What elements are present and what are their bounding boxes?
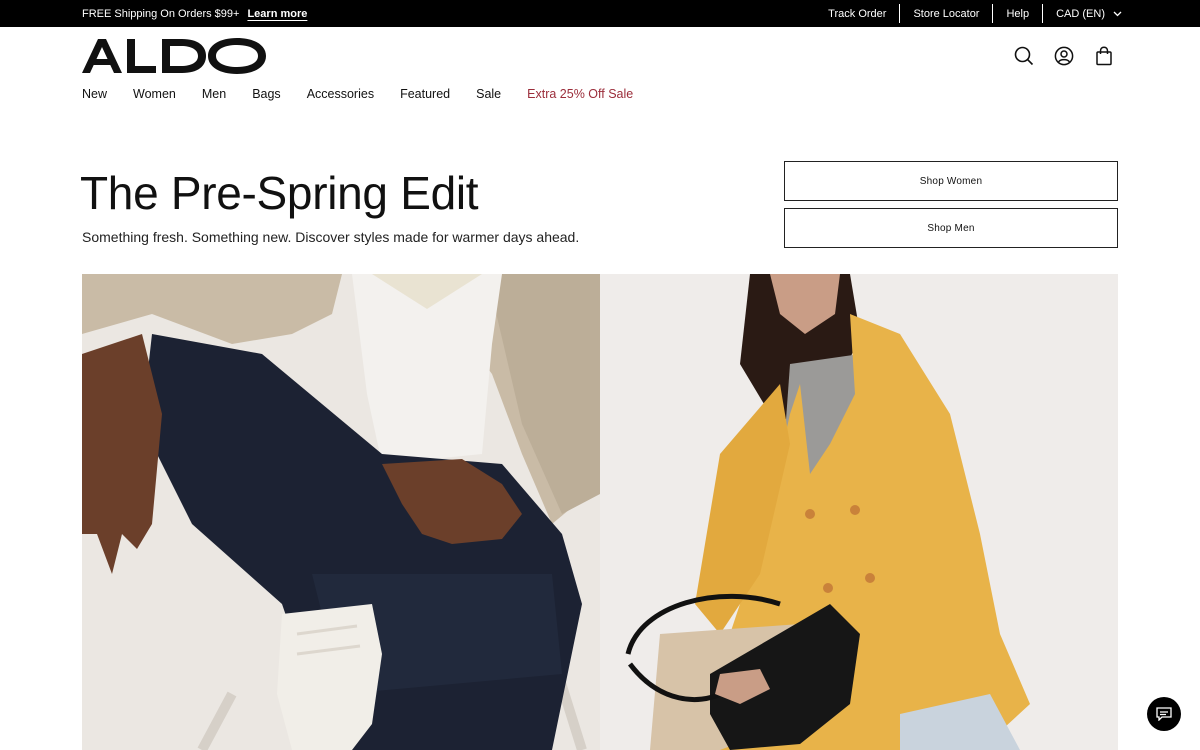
nav-item-sale[interactable]: Sale <box>476 87 501 101</box>
women-campaign-image[interactable] <box>600 274 1118 750</box>
shopping-bag-icon[interactable] <box>1094 45 1114 67</box>
page-title: The Pre-Spring Edit <box>80 167 479 219</box>
help-link[interactable]: Help <box>993 4 1042 23</box>
promo-text: FREE Shipping On Orders $99+ <box>82 7 240 20</box>
hero-subtitle: Something fresh. Something new. Discover… <box>82 229 580 245</box>
user-icon[interactable] <box>1054 45 1074 67</box>
region-selector[interactable]: CAD (EN) <box>1043 4 1135 23</box>
men-campaign-image[interactable] <box>82 274 600 750</box>
store-locator-link[interactable]: Store Locator <box>900 4 992 23</box>
nav-item-new[interactable]: New <box>82 87 107 101</box>
track-order-link[interactable]: Track Order <box>815 4 899 23</box>
promo-message: FREE Shipping On Orders $99+ Learn more <box>82 0 307 27</box>
header-actions <box>1014 45 1114 67</box>
utility-nav: Track Order Store Locator Help CAD (EN) <box>815 0 1135 27</box>
nav-item-bags[interactable]: Bags <box>252 87 281 101</box>
main-nav: New Women Men Bags Accessories Featured … <box>82 84 659 104</box>
nav-item-featured[interactable]: Featured <box>400 87 450 101</box>
learn-more-link[interactable]: Learn more <box>247 8 307 20</box>
region-label: CAD (EN) <box>1056 7 1105 20</box>
search-icon[interactable] <box>1014 45 1034 67</box>
chat-icon[interactable] <box>1147 697 1181 731</box>
shop-men-button[interactable]: Shop Men <box>784 208 1118 248</box>
shop-women-button[interactable]: Shop Women <box>784 161 1118 201</box>
nav-item-extra-sale[interactable]: Extra 25% Off Sale <box>527 87 633 101</box>
nav-item-women[interactable]: Women <box>133 87 176 101</box>
aldo-logo[interactable] <box>82 38 267 74</box>
nav-item-accessories[interactable]: Accessories <box>307 87 374 101</box>
nav-item-men[interactable]: Men <box>202 87 226 101</box>
promo-bar: FREE Shipping On Orders $99+ Learn more … <box>0 0 1200 27</box>
chevron-down-icon <box>1113 8 1122 20</box>
